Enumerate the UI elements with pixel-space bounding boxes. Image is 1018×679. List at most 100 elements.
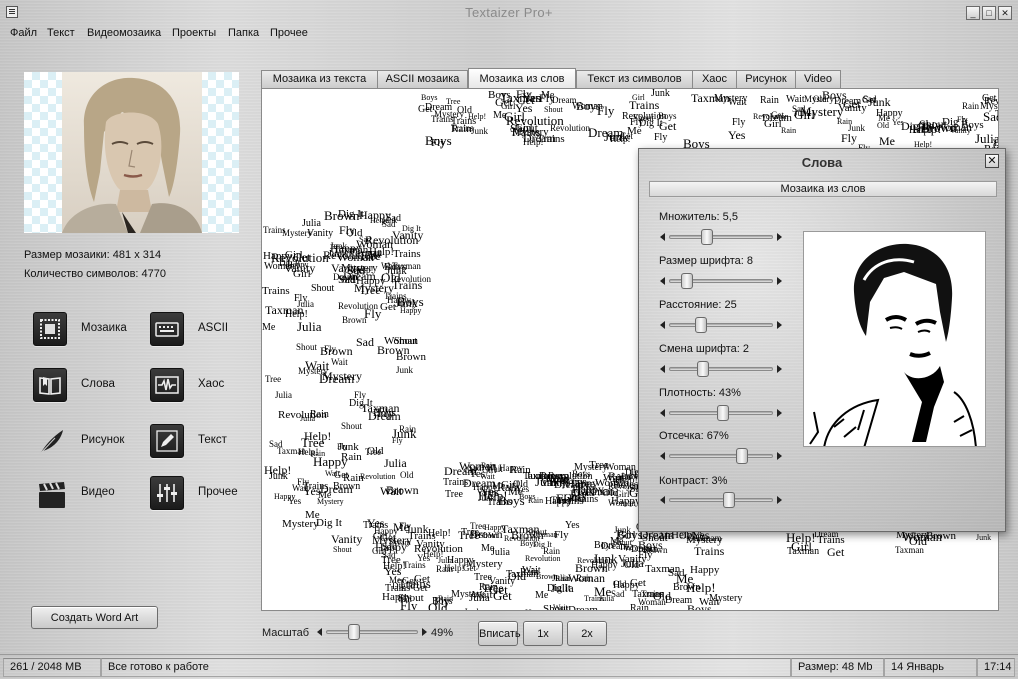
slider-right-arrow-icon[interactable] [777, 452, 782, 460]
create-word-art-button[interactable]: Создать Word Art [31, 606, 158, 629]
mosaic-word: Fly [324, 344, 337, 354]
mosaic-word: Me [879, 134, 895, 148]
mode-words-label: Слова [81, 378, 115, 390]
menu-text[interactable]: Текст [47, 27, 75, 39]
mosaic-word: Taxman [576, 484, 615, 498]
slider-right-arrow-icon[interactable] [777, 277, 782, 285]
mode-video-label: Видео [81, 486, 115, 498]
mosaic-word: Me [318, 490, 332, 501]
mosaic-word: Mystery [372, 533, 412, 547]
mosaic-word: Rain [528, 496, 544, 505]
panel-section-header: Мозаика из слов [649, 181, 997, 197]
mosaic-word: Junk [464, 607, 481, 610]
density-slider[interactable] [659, 405, 783, 421]
mosaic-word: Wait [728, 97, 747, 108]
mosaic-word: Get [862, 95, 877, 106]
mosaic-word: Junk [396, 365, 414, 375]
mosaic-word: Rain [760, 95, 779, 106]
tab-chaos[interactable]: Хаос [692, 70, 737, 89]
status-message: Все готово к работе [101, 658, 791, 677]
clapperboard-icon [33, 476, 67, 510]
mosaic-word: Old [513, 479, 528, 490]
slider-left-arrow-icon[interactable] [660, 409, 665, 417]
menu-folder[interactable]: Папка [228, 27, 259, 39]
tab-symbol-text[interactable]: Текст из символов [576, 70, 693, 89]
mosaic-word: Girl [632, 93, 645, 102]
mosaic-word: Me [481, 543, 495, 554]
mosaic-word: Vanity [331, 532, 363, 546]
tab-drawing[interactable]: Рисунок [736, 70, 796, 89]
menu-projects[interactable]: Проекты [172, 27, 216, 39]
multiplier-slider[interactable] [659, 229, 783, 245]
maximize-button[interactable]: □ [982, 6, 996, 20]
menu-file[interactable]: Файл [10, 27, 37, 39]
slider-right-arrow-icon[interactable] [777, 409, 782, 417]
fit-button[interactable]: Вписать [478, 621, 521, 646]
mosaic-word: Boys [397, 294, 424, 309]
mosaic-word: Shout [296, 342, 318, 352]
spacing-slider[interactable] [659, 317, 783, 333]
mosaic-word: Help! [304, 429, 332, 443]
mosaic-word: Mystery [282, 518, 319, 530]
window-title: Textaizer Pro+ [465, 5, 553, 20]
font-size-slider[interactable] [659, 273, 783, 289]
zoom-2x-button[interactable]: 2x [567, 621, 607, 646]
mode-text-label: Текст [198, 434, 227, 446]
mosaic-word: Tree [381, 554, 401, 566]
slider-left-arrow-icon[interactable] [660, 452, 665, 460]
close-button[interactable]: ✕ [998, 6, 1012, 20]
zoom-1x-button[interactable]: 1x [523, 621, 563, 646]
memory-status: 261 / 2048 MB [3, 658, 101, 677]
mosaic-word: Boys [576, 99, 601, 113]
mosaic-word: Happy [330, 241, 362, 255]
cutoff-slider[interactable] [659, 448, 783, 464]
zoom-left-arrow-icon[interactable] [317, 628, 322, 636]
tab-video[interactable]: Video [795, 70, 841, 89]
contrast-slider[interactable] [659, 492, 783, 508]
mosaic-word: Taxman [501, 522, 540, 536]
mosaic-word: Happy [613, 580, 640, 591]
slider-left-arrow-icon[interactable] [660, 496, 665, 504]
mosaic-word: Wait [397, 595, 412, 604]
multiplier-label: Множитель: 5,5 [659, 211, 738, 223]
zoom-slider[interactable] [316, 624, 428, 640]
mosaic-word: Old [400, 470, 414, 480]
mosaic-word: Old [653, 589, 671, 603]
menu-other[interactable]: Прочее [270, 27, 308, 39]
sliders-icon [150, 476, 184, 510]
panel-close-button[interactable]: ✕ [985, 154, 999, 168]
slider-left-arrow-icon[interactable] [660, 365, 665, 373]
slider-right-arrow-icon[interactable] [777, 496, 782, 504]
tab-word-mosaic[interactable]: Мозаика из слов [468, 68, 576, 89]
file-size-status: Размер: 48 Mb [791, 658, 884, 677]
mode-other-label: Прочее [198, 486, 238, 498]
slider-left-arrow-icon[interactable] [660, 233, 665, 241]
mosaic-word: Julia [599, 594, 615, 603]
mosaic-word: Get [413, 583, 428, 594]
slider-left-arrow-icon[interactable] [660, 277, 665, 285]
slider-right-arrow-icon[interactable] [777, 365, 782, 373]
words-settings-panel: Слова ✕ Мозаика из слов Множитель: 5,5 Р… [638, 148, 1006, 532]
mosaic-word: Sad [382, 219, 396, 229]
mosaic-word: Shout [544, 105, 563, 114]
cutoff-label: Отсечка: 67% [659, 430, 729, 442]
zoom-right-arrow-icon[interactable] [422, 628, 427, 636]
mosaic-word: Rain [310, 409, 329, 420]
mosaic-word: Dream [588, 125, 624, 140]
minimize-button[interactable]: _ [966, 6, 980, 20]
mosaic-word: Tree [445, 489, 463, 500]
slider-right-arrow-icon[interactable] [777, 321, 782, 329]
mosaic-word: Tree [265, 374, 282, 384]
mosaic-word: Wait [699, 596, 720, 608]
mosaic-word: Fly [392, 436, 403, 445]
slider-left-arrow-icon[interactable] [660, 321, 665, 329]
slider-right-arrow-icon[interactable] [777, 233, 782, 241]
mosaic-word: Junk [338, 441, 359, 453]
menu-video-mosaic[interactable]: Видеомозаика [87, 27, 161, 39]
tab-ascii-mosaic[interactable]: ASCII мозаика [377, 70, 468, 89]
menu-bar: Файл Текст Видеомозаика Проекты Папка Пр… [0, 24, 1018, 42]
tab-text-mosaic[interactable]: Мозаика из текста [261, 70, 378, 89]
font-change-slider[interactable] [659, 361, 783, 377]
mosaic-word: Junk [976, 533, 992, 542]
mosaic-word: Shout [341, 421, 363, 431]
